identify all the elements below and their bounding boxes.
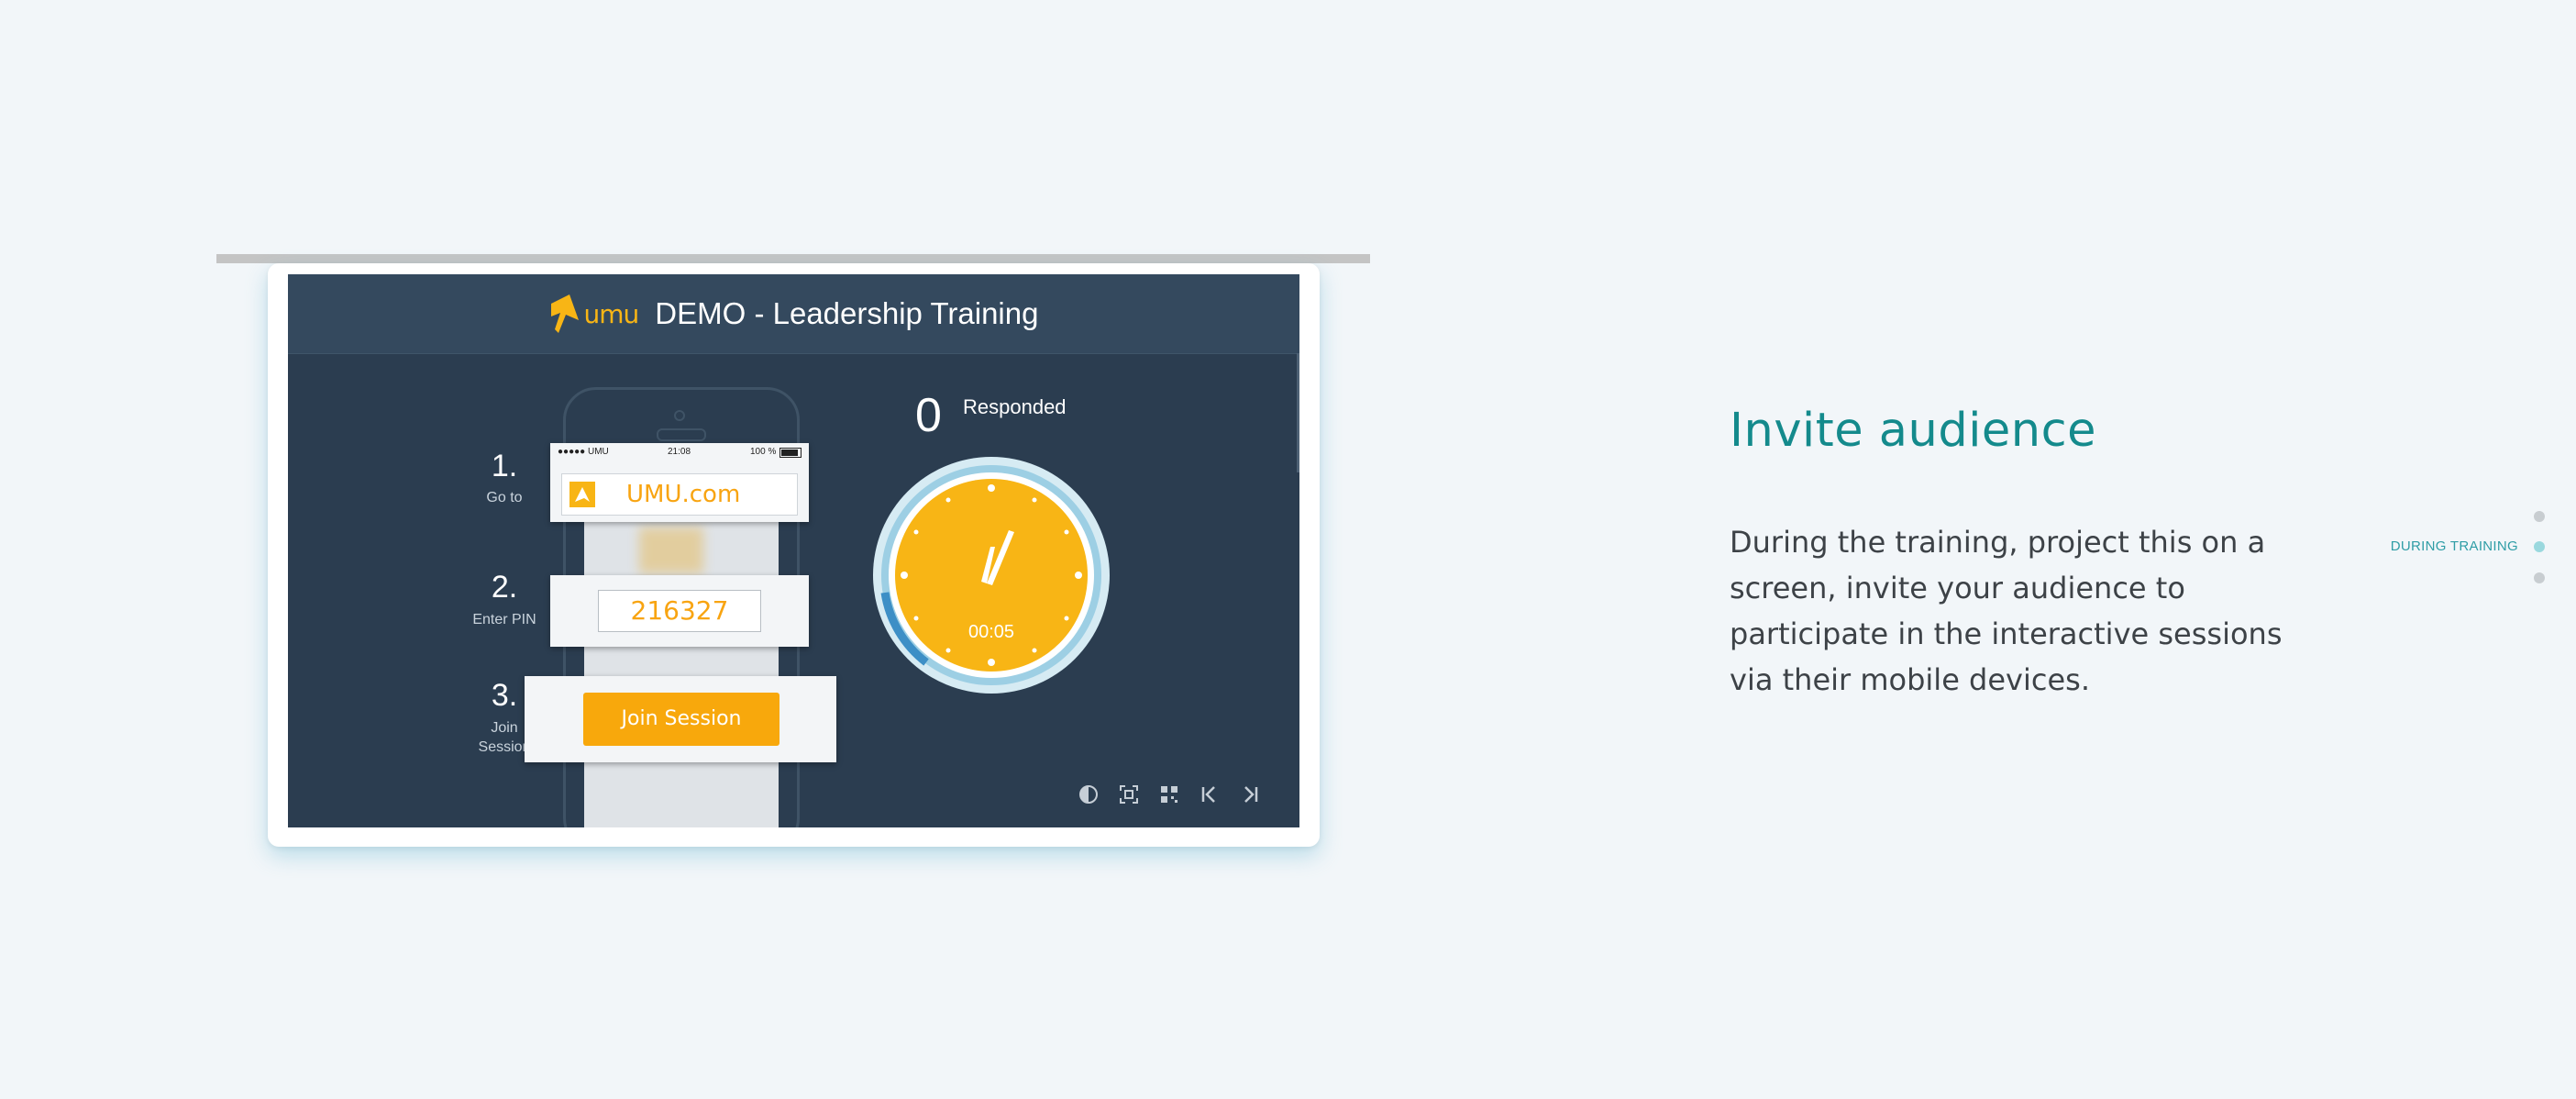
presentation-screen-frame: umu DEMO - Leadership Training 1. Go to … <box>268 263 1320 847</box>
umu-logo-icon <box>550 294 579 333</box>
pin-code: 216327 <box>598 590 761 632</box>
section-description: During the training, project this on a s… <box>1730 525 2283 697</box>
side-nav-dot-1[interactable] <box>2534 511 2545 522</box>
side-nav-dot-3[interactable] <box>2534 572 2545 583</box>
status-time: 21:08 <box>668 447 691 457</box>
first-slide-icon[interactable] <box>1196 784 1223 812</box>
phone-status-bar: ●●●●● UMU 21:08 100 % <box>550 443 809 461</box>
phone-speaker <box>657 428 706 441</box>
responded-count: 0 <box>915 389 942 442</box>
pin-card: 216327 <box>550 575 809 647</box>
battery-icon <box>779 448 802 458</box>
umu-small-logo-icon <box>569 482 595 507</box>
phone-screen <box>584 472 779 827</box>
session-title: DEMO - Leadership Training <box>655 296 1039 330</box>
presentation-screen: umu DEMO - Leadership Training 1. Go to … <box>288 274 1299 827</box>
section-heading: Invite audience <box>1730 404 2097 458</box>
blurred-logo <box>639 527 703 573</box>
logo-text: umu <box>583 298 640 329</box>
timer-dial-icon <box>873 457 1110 694</box>
countdown-timer: 00:05 <box>871 455 1111 695</box>
fullscreen-icon[interactable] <box>1115 784 1143 812</box>
scrollbar[interactable] <box>1297 353 1299 472</box>
contrast-icon[interactable] <box>1075 784 1102 812</box>
side-nav-dot-2-active[interactable] <box>2534 541 2545 552</box>
step-2-label: Enter PIN <box>472 612 536 627</box>
step-1-label: Go to <box>486 490 523 505</box>
responded-label: Responded <box>963 395 1067 418</box>
carrier-text: ●●●●● UMU <box>558 447 609 457</box>
last-slide-icon[interactable] <box>1236 784 1264 812</box>
url-card: ●●●●● UMU 21:08 100 % UMU.com <box>550 443 809 522</box>
url-text: UMU.com <box>626 481 741 508</box>
join-card: Join Session <box>525 676 836 762</box>
battery-text: 100 % <box>750 447 777 457</box>
url-field: UMU.com <box>561 473 798 516</box>
projector-bar <box>216 254 1370 263</box>
screen-header: umu DEMO - Leadership Training <box>288 274 1299 354</box>
step-2-number: 2. <box>491 570 518 605</box>
join-session-button[interactable]: Join Session <box>583 693 779 746</box>
qr-code-icon[interactable] <box>1155 784 1183 812</box>
timer-readout: 00:05 <box>967 622 1015 642</box>
step-1-number: 1. <box>491 449 518 483</box>
side-nav-active-label[interactable]: DURING TRAINING <box>2366 538 2518 554</box>
phone-camera <box>674 410 685 421</box>
umu-logo: umu <box>549 293 639 335</box>
